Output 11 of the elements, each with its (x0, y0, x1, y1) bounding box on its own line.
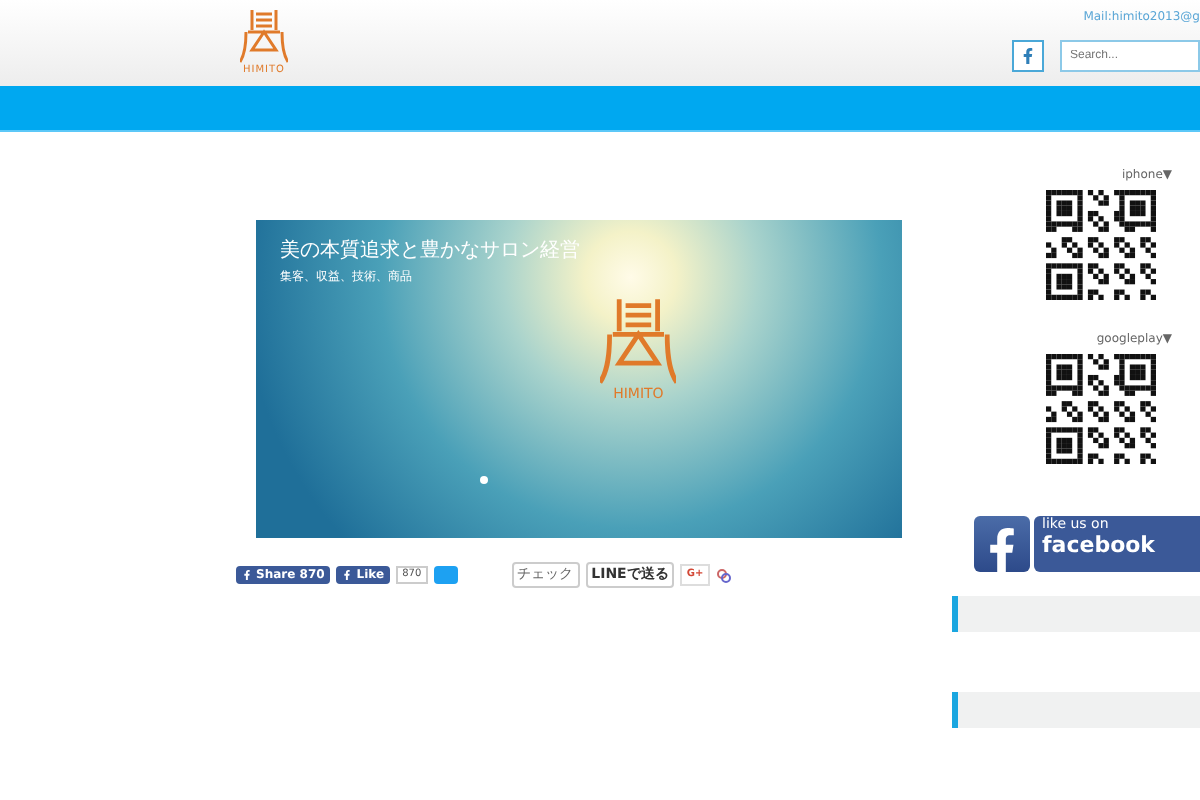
logo-icon (240, 8, 288, 64)
qr-code-icon (1046, 354, 1156, 464)
facebook-icon[interactable] (1012, 40, 1044, 72)
facebook-logo-icon (974, 516, 1030, 572)
twitter-button[interactable] (433, 566, 458, 584)
qr-code-icon (1046, 190, 1156, 300)
slider-dot[interactable] (480, 476, 488, 484)
facebook-icon (342, 570, 353, 580)
facebook-icon (242, 570, 252, 580)
logo-icon (600, 296, 677, 386)
bookmark-icon[interactable] (715, 567, 732, 583)
